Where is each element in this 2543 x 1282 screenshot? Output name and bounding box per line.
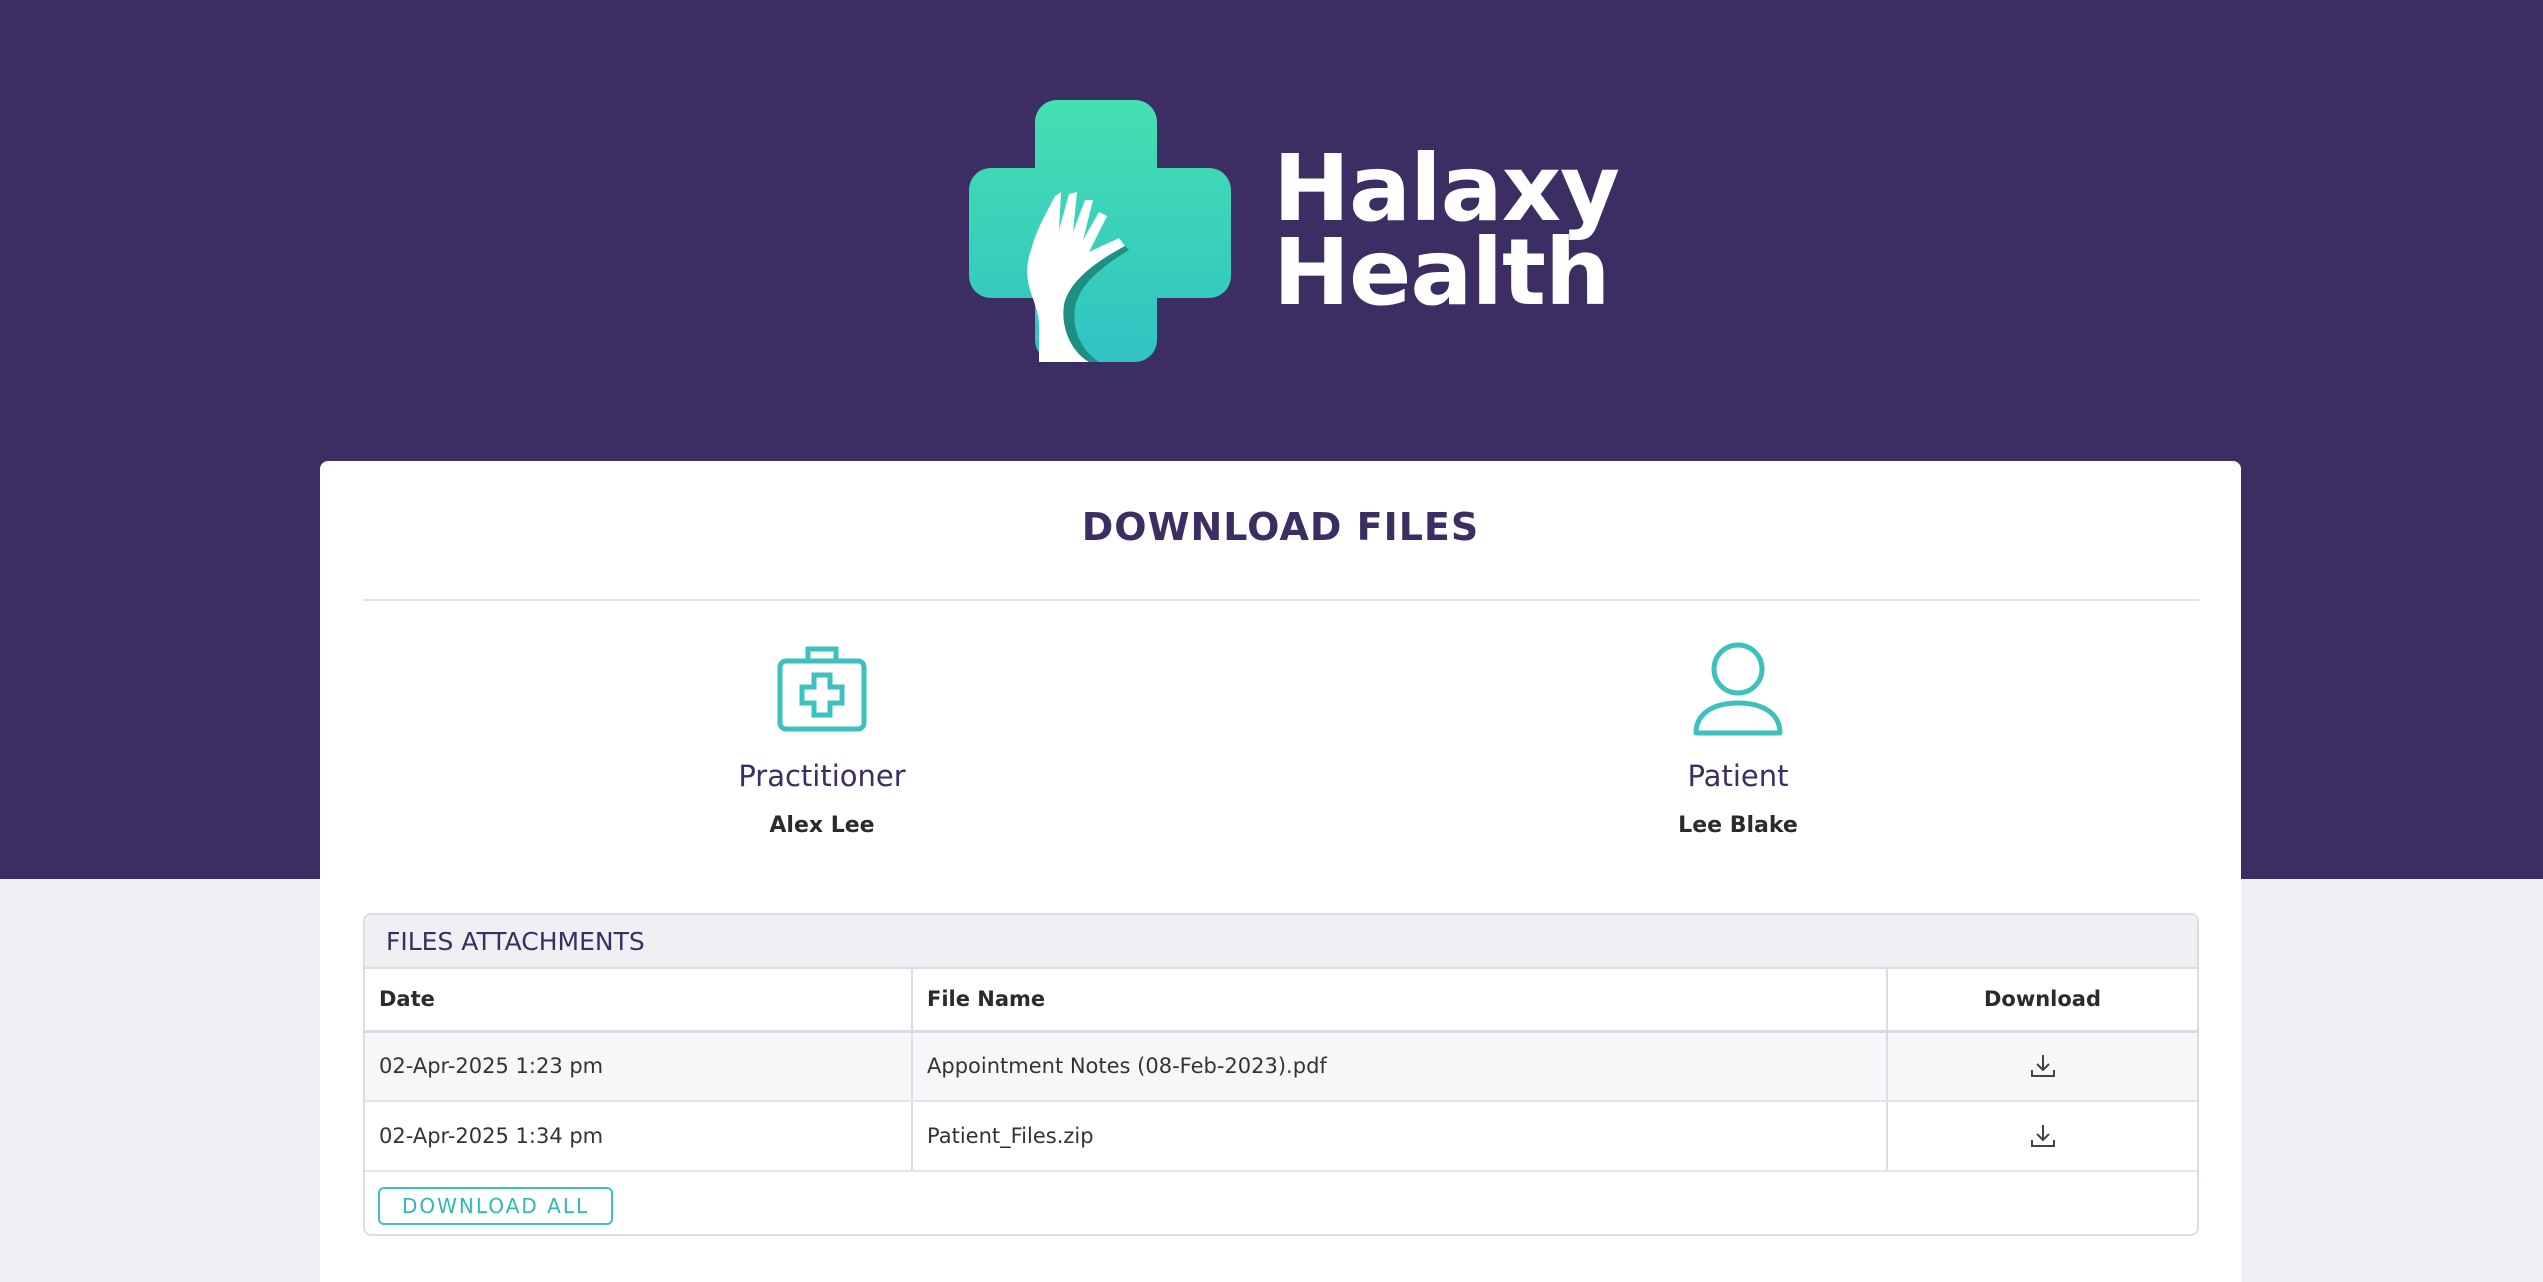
file-date: 02-Apr-2025 1:23 pm [365, 1031, 913, 1102]
halaxy-health-logo: Halaxy Health [969, 100, 1620, 362]
download-icon[interactable] [2029, 1052, 2057, 1080]
download-icon[interactable] [2029, 1122, 2057, 1150]
page-title: DOWNLOAD FILES [1081, 505, 1480, 549]
table-header-row: Date File Name Download [365, 969, 2197, 1033]
files-attachments-panel: FILES ATTACHMENTS Date File Name Downloa… [363, 913, 2199, 1236]
file-date: 02-Apr-2025 1:34 pm [365, 1101, 913, 1172]
practitioner-role: Practitioner [738, 759, 906, 793]
patient-info: Patient Lee Blake [1538, 639, 1938, 838]
download-card: DOWNLOAD FILES Practitioner Alex Lee Pat… [320, 461, 2241, 1282]
table-row: 02-Apr-2025 1:34 pm Patient_Files.zip [365, 1101, 2197, 1172]
person-icon [1693, 642, 1783, 736]
patient-role: Patient [1687, 759, 1789, 793]
column-header-file-name: File Name [912, 969, 1888, 1033]
download-cell [1887, 1031, 2197, 1102]
title-divider [363, 599, 2199, 601]
download-cell [1887, 1101, 2197, 1172]
patient-name: Lee Blake [1678, 813, 1798, 838]
file-name: Patient_Files.zip [912, 1101, 1888, 1172]
column-header-date: Date [365, 969, 913, 1033]
files-table: Date File Name Download 02-Apr-2025 1:23… [365, 969, 2197, 1172]
column-header-download: Download [1887, 969, 2197, 1033]
practitioner-name: Alex Lee [769, 813, 875, 838]
download-all-button[interactable]: DOWNLOAD ALL [378, 1187, 614, 1225]
brand-name-line2: Health [1273, 219, 1610, 326]
medical-cross-hand-icon [969, 100, 1231, 362]
medical-kit-icon [777, 646, 867, 732]
table-row: 02-Apr-2025 1:23 pm Appointment Notes (0… [365, 1031, 2197, 1102]
files-heading: FILES ATTACHMENTS [365, 915, 2197, 969]
practitioner-info: Practitioner Alex Lee [622, 639, 1022, 838]
file-name: Appointment Notes (08-Feb-2023).pdf [912, 1031, 1888, 1102]
